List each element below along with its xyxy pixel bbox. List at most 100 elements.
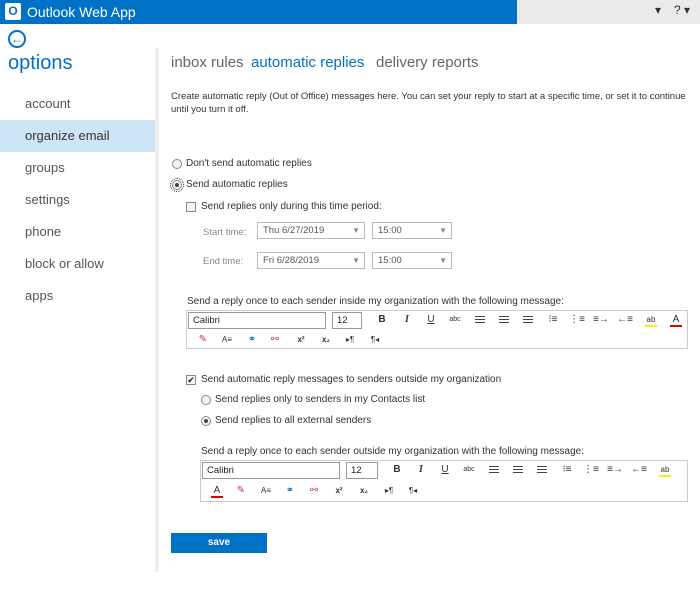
superscript-button[interactable]: x²: [331, 483, 347, 499]
subscript-button[interactable]: x₂: [356, 483, 372, 499]
font-name-input[interactable]: Calibri: [188, 312, 326, 329]
highlight-glyph: ab: [646, 315, 656, 324]
outside-org-label: Send automatic reply messages to senders…: [201, 374, 502, 385]
all-external-label: Send replies to all external senders: [215, 415, 372, 426]
sidebar-item-organize-email[interactable]: organize email: [0, 120, 155, 152]
outside-org-checkbox[interactable]: [186, 375, 196, 385]
align-right-icon[interactable]: [534, 462, 550, 478]
font-color-icon[interactable]: A: [668, 312, 684, 328]
start-time-label: Start time:: [203, 227, 247, 238]
sidebar-item-phone[interactable]: phone: [0, 216, 155, 248]
contacts-only-radio[interactable]: [201, 395, 211, 405]
start-time-select[interactable]: 15:00 ▼: [372, 222, 452, 239]
unlink-icon[interactable]: ⚯: [267, 332, 283, 348]
top-bar: O Outlook Web App ▾ ? ▾: [0, 0, 700, 24]
bullet-list-icon[interactable]: ⁝≡: [545, 312, 561, 328]
font-color-glyph: A: [672, 314, 680, 325]
back-arrow-icon[interactable]: ←: [8, 30, 26, 48]
end-time-select[interactable]: 15:00 ▼: [372, 252, 452, 269]
underline-button[interactable]: U: [423, 312, 439, 328]
settings-menu-icon[interactable]: ▾: [655, 3, 661, 17]
sidebar-item-apps[interactable]: apps: [0, 280, 155, 312]
page-title: options: [8, 52, 73, 74]
spellcheck-icon[interactable]: A≡: [258, 483, 274, 499]
sidebar-item-block-or-allow[interactable]: block or allow: [0, 248, 155, 280]
align-right-icon[interactable]: [520, 312, 536, 328]
numbered-list-icon[interactable]: ⋮≡: [583, 462, 599, 478]
chevron-down-icon: ▼: [439, 256, 447, 265]
indent-icon[interactable]: ≡→: [607, 462, 623, 478]
indent-icon[interactable]: ≡→: [593, 312, 609, 328]
eraser-icon[interactable]: ✎: [233, 483, 249, 499]
sidebar-divider: [155, 48, 159, 572]
highlight-icon[interactable]: ab: [643, 312, 659, 328]
app-title: Outlook Web App: [27, 4, 136, 20]
sidebar-item-account[interactable]: account: [0, 88, 155, 120]
unlink-icon[interactable]: ⚯: [306, 483, 322, 499]
underline-button[interactable]: U: [437, 462, 453, 478]
save-button[interactable]: save: [171, 533, 267, 553]
sidebar-item-settings[interactable]: settings: [0, 184, 155, 216]
inside-editor-toolbar: Calibri 12 B I U abc ⁝≡ ⋮≡ ≡→ ←≡ ab A ✎ …: [186, 310, 688, 349]
superscript-button[interactable]: x²: [293, 332, 309, 348]
ltr-icon[interactable]: ▸¶: [381, 483, 397, 499]
bold-button[interactable]: B: [374, 312, 390, 328]
italic-button[interactable]: I: [413, 462, 429, 478]
help-menu-icon[interactable]: ? ▾: [674, 3, 690, 17]
bullet-list-icon[interactable]: ⁝≡: [559, 462, 575, 478]
intro-text: Create automatic reply (Out of Office) m…: [171, 91, 686, 115]
end-time-label: End time:: [203, 256, 244, 267]
outdent-icon[interactable]: ←≡: [631, 462, 647, 478]
outside-editor-toolbar: Calibri 12 B I U abc ⁝≡ ⋮≡ ≡→ ←≡ ab A ✎ …: [200, 460, 688, 502]
dont-send-label: Don't send automatic replies: [186, 158, 312, 169]
align-left-icon[interactable]: [472, 312, 488, 328]
rtl-icon[interactable]: ¶◂: [367, 332, 383, 348]
rtl-icon[interactable]: ¶◂: [405, 483, 421, 499]
link-icon[interactable]: ⚭: [282, 483, 298, 499]
end-date-value: Fri 6/28/2019: [263, 255, 319, 266]
highlight-icon[interactable]: ab: [657, 462, 673, 478]
start-time-value: 15:00: [378, 225, 402, 236]
outdent-icon[interactable]: ←≡: [617, 312, 633, 328]
ltr-icon[interactable]: ▸¶: [342, 332, 358, 348]
link-icon[interactable]: ⚭: [244, 332, 260, 348]
chevron-down-icon: ▼: [439, 226, 447, 235]
align-left-icon[interactable]: [486, 462, 502, 478]
font-name-input[interactable]: Calibri: [202, 462, 340, 479]
tab-automatic-replies[interactable]: automatic replies: [251, 54, 364, 71]
start-date-select[interactable]: Thu 6/27/2019 ▼: [257, 222, 365, 239]
dont-send-radio[interactable]: [172, 159, 182, 169]
subscript-button[interactable]: x₂: [318, 332, 334, 348]
align-center-icon[interactable]: [510, 462, 526, 478]
numbered-list-icon[interactable]: ⋮≡: [569, 312, 585, 328]
end-time-value: 15:00: [378, 255, 402, 266]
time-period-checkbox[interactable]: [186, 202, 196, 212]
chevron-down-icon: ▼: [352, 256, 360, 265]
font-size-input[interactable]: 12: [346, 462, 378, 479]
all-external-radio[interactable]: [201, 416, 211, 426]
strikethrough-button[interactable]: abc: [447, 312, 463, 328]
start-date-value: Thu 6/27/2019: [263, 225, 325, 236]
send-replies-radio[interactable]: [170, 178, 184, 192]
tab-inbox-rules[interactable]: inbox rules: [171, 54, 244, 71]
app-brand-bar: O Outlook Web App: [0, 0, 517, 24]
font-size-input[interactable]: 12: [332, 312, 362, 329]
send-replies-label: Send automatic replies: [186, 179, 288, 190]
outlook-logo-icon: O: [5, 3, 21, 20]
font-color-glyph: A: [213, 485, 221, 496]
eraser-icon[interactable]: ✎: [195, 332, 211, 348]
align-center-icon[interactable]: [496, 312, 512, 328]
top-bar-controls: ▾ ? ▾: [517, 0, 700, 24]
sidebar-item-groups[interactable]: groups: [0, 152, 155, 184]
end-date-select[interactable]: Fri 6/28/2019 ▼: [257, 252, 365, 269]
time-period-label: Send replies only during this time perio…: [201, 201, 382, 212]
outside-message-label: Send a reply once to each sender outside…: [201, 446, 585, 457]
tab-delivery-reports[interactable]: delivery reports: [376, 54, 479, 71]
bold-button[interactable]: B: [389, 462, 405, 478]
font-color-icon[interactable]: A: [209, 483, 225, 499]
sidebar-nav: account organize email groups settings p…: [0, 88, 155, 312]
chevron-down-icon: ▼: [352, 226, 360, 235]
italic-button[interactable]: I: [399, 312, 415, 328]
spellcheck-icon[interactable]: A≡: [219, 332, 235, 348]
strikethrough-button[interactable]: abc: [461, 462, 477, 478]
